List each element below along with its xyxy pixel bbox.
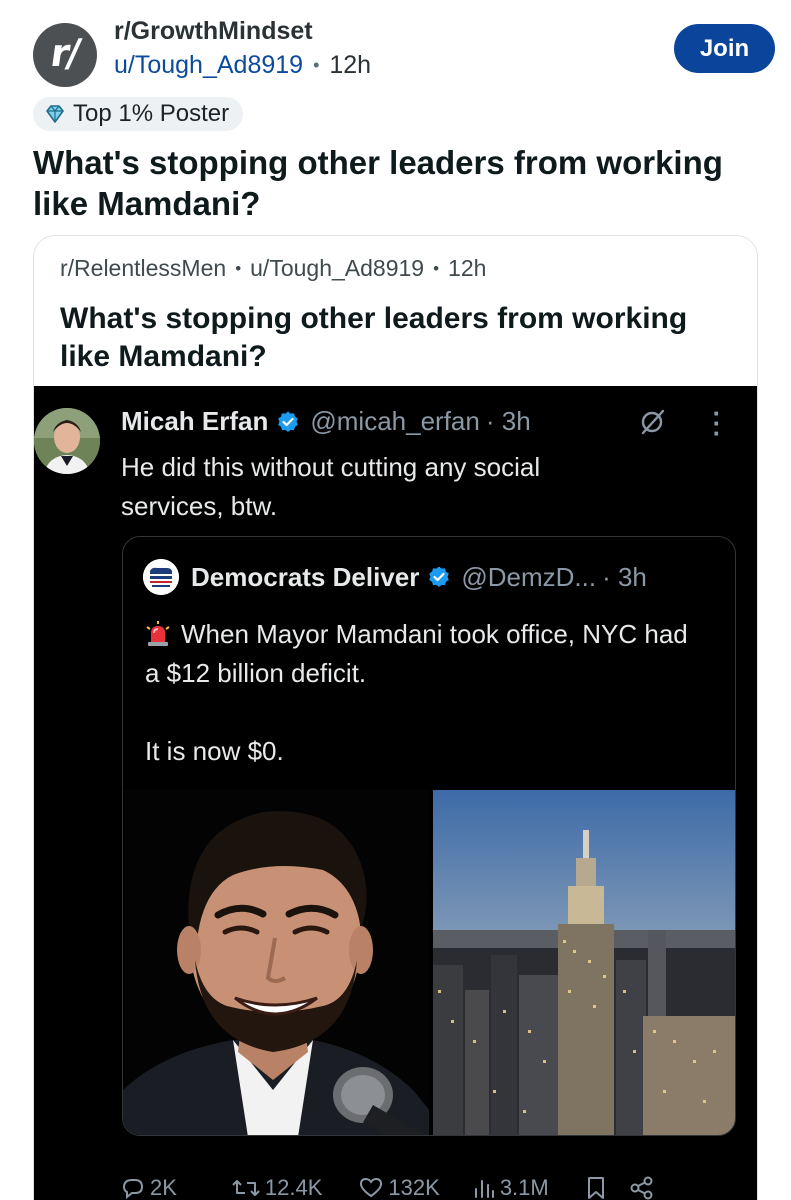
tweet-author: Micah Erfan @micah_erfan · 3h [121, 406, 531, 437]
repost-count: 12.4K [264, 1175, 323, 1200]
subreddit-logo-text: r/ [47, 31, 81, 75]
quoted-tweet: Democrats Deliver @DemzD... · 3h When Ma… [122, 536, 736, 1136]
reply-action[interactable]: 2K [120, 1175, 177, 1200]
badge-label: Top 1% Poster [73, 100, 230, 127]
heart-icon [360, 1177, 383, 1198]
share-action[interactable] [629, 1175, 659, 1200]
meta-separator: • [235, 258, 242, 278]
repost-action[interactable]: 12.4K [231, 1175, 323, 1200]
post-title[interactable]: What's stopping other leaders from worki… [33, 142, 763, 224]
quoted-tweet-header: Democrats Deliver @DemzD... · 3h [143, 559, 647, 595]
subreddit-avatar[interactable]: r/ [33, 23, 97, 87]
grok-icon [641, 409, 665, 435]
subreddit-name[interactable]: r/GrowthMindset [114, 17, 313, 46]
tweet-screenshot-image[interactable]: Micah Erfan @micah_erfan · 3h · · · He did… [34, 386, 757, 1200]
nyc-skyline-photo [433, 790, 735, 1135]
like-count: 132K [388, 1175, 440, 1200]
meta-separator: • [313, 55, 320, 75]
tweet-author-avatar [34, 408, 100, 474]
reply-icon [122, 1179, 144, 1200]
like-action[interactable]: 132K [358, 1175, 440, 1200]
quoted-tweet-line-1: When Mayor Mamdani took office, NYC had … [145, 615, 705, 693]
quoted-tweet-text: When Mayor Mamdani took office, NYC had … [145, 615, 705, 771]
crosspost-title[interactable]: What's stopping other leaders from worki… [60, 300, 740, 376]
view-count: 3.1M [499, 1175, 549, 1200]
more-options-icon: · · · [712, 398, 722, 448]
mayor-photo [123, 790, 429, 1135]
meta-separator: • [433, 258, 440, 278]
crosspost-meta: r/RelentlessMen • u/Tough_Ad8919 • 12h [60, 255, 486, 282]
quoted-tweet-time: · 3h [602, 561, 647, 592]
crosspost-author[interactable]: u/Tough_Ad8919 [250, 255, 424, 282]
post-time: 12h [329, 51, 372, 79]
verified-badge-icon [278, 411, 299, 432]
crosspost-card[interactable]: r/RelentlessMen • u/Tough_Ad8919 • 12h W… [33, 235, 758, 1200]
views-chart-icon [474, 1180, 494, 1198]
siren-emoji-icon [146, 621, 170, 646]
crosspost-subreddit[interactable]: r/RelentlessMen [60, 255, 226, 282]
quoted-tweet-author-name: Democrats Deliver [191, 561, 420, 592]
user-flair-badge: Top 1% Poster [33, 97, 244, 131]
bookmark-action[interactable] [585, 1175, 611, 1200]
views-action[interactable]: 3.1M [472, 1175, 549, 1200]
join-button[interactable]: Join [674, 24, 775, 73]
quoted-tweet-handle: @DemzD... [461, 561, 597, 592]
tweet-action-bar: 2K 12.4K 132K 3.1M [120, 1171, 720, 1200]
tweet-author-name: Micah Erfan [121, 406, 269, 436]
crosspost-time: 12h [448, 255, 487, 281]
quoted-tweet-line-1-text: When Mayor Mamdani took office, NYC had … [145, 619, 688, 688]
tweet-author-handle: @micah_erfan [310, 406, 480, 436]
quoted-tweet-avatar [143, 559, 179, 595]
post-author-link[interactable]: u/Tough_Ad8919 [114, 51, 303, 80]
diamond-icon [46, 105, 64, 123]
post-meta: u/Tough_Ad8919 • 12h [114, 51, 371, 80]
quoted-tweet-line-2: It is now $0. [145, 736, 284, 766]
verified-badge-icon [429, 566, 450, 587]
repost-icon [232, 1180, 260, 1196]
share-icon [630, 1176, 653, 1200]
tweet-time: · 3h [485, 406, 531, 436]
bookmark-icon [587, 1177, 604, 1199]
reply-count: 2K [150, 1175, 177, 1200]
tweet-text: He did this without cutting any social s… [121, 452, 541, 521]
